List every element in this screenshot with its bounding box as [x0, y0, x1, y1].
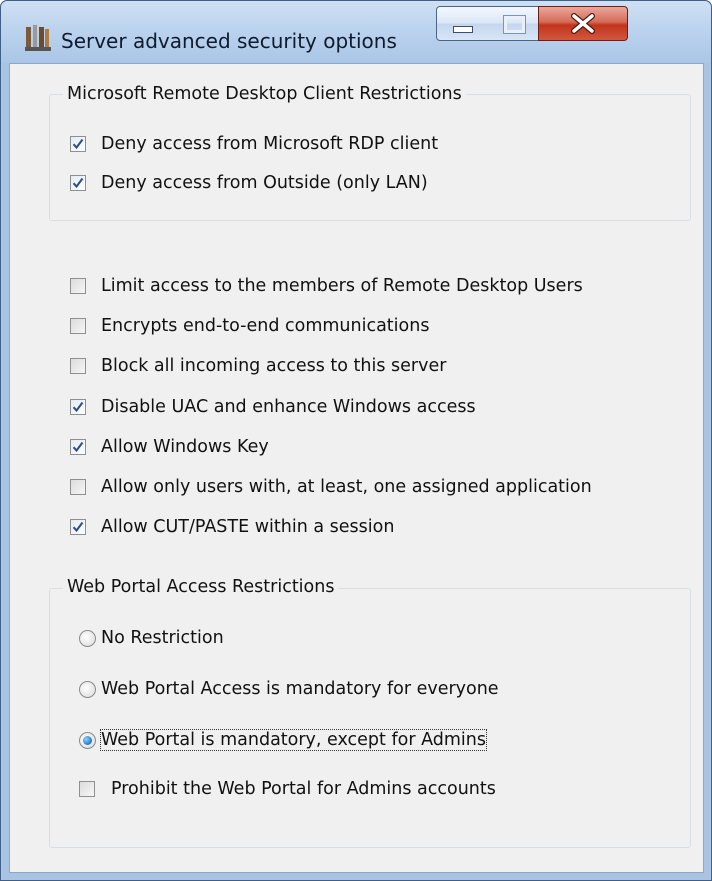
- label-limit-rdu-members[interactable]: Limit access to the members of Remote De…: [101, 276, 583, 296]
- label-deny-rdp-client[interactable]: Deny access from Microsoft RDP client: [101, 134, 438, 154]
- label-mandatory-everyone[interactable]: Web Portal Access is mandatory for every…: [101, 679, 499, 699]
- dialog-window: Server advanced security options Microso…: [0, 0, 712, 881]
- label-no-restriction[interactable]: No Restriction: [101, 628, 224, 648]
- close-icon: [571, 13, 595, 34]
- maximize-button[interactable]: [487, 6, 539, 41]
- checkbox-deny-outside[interactable]: [70, 175, 86, 191]
- label-disable-uac[interactable]: Disable UAC and enhance Windows access: [101, 397, 476, 417]
- rdp-restrictions-group: [49, 94, 691, 221]
- title-bar[interactable]: Server advanced security options: [1, 1, 711, 63]
- radio-mandatory-except-admins[interactable]: [79, 732, 96, 749]
- checkbox-limit-rdu-members[interactable]: [70, 278, 86, 294]
- checkbox-allow-windows-key[interactable]: [70, 439, 86, 455]
- radio-selected-dot: [83, 736, 92, 745]
- label-allow-cut-paste[interactable]: Allow CUT/PASTE within a session: [101, 517, 394, 537]
- checkbox-disable-uac[interactable]: [70, 399, 86, 415]
- tools-icon: [25, 25, 51, 51]
- checkbox-encrypt-e2e[interactable]: [70, 318, 86, 334]
- checkmark-icon: [72, 177, 84, 189]
- label-allow-windows-key[interactable]: Allow Windows Key: [101, 437, 269, 457]
- checkmark-icon: [72, 441, 84, 453]
- checkbox-block-incoming[interactable]: [70, 358, 86, 374]
- window-title: Server advanced security options: [61, 29, 397, 53]
- label-deny-outside[interactable]: Deny access from Outside (only LAN): [101, 173, 428, 193]
- maximize-icon: [503, 15, 526, 34]
- web-portal-legend: Web Portal Access Restrictions: [63, 577, 339, 597]
- label-encrypt-e2e[interactable]: Encrypts end-to-end communications: [101, 316, 429, 336]
- label-assigned-app-only[interactable]: Allow only users with, at least, one ass…: [101, 477, 592, 497]
- dialog-body: Microsoft Remote Desktop Client Restrict…: [9, 63, 704, 873]
- checkmark-icon: [72, 138, 84, 150]
- checkbox-deny-rdp-client[interactable]: [70, 136, 86, 152]
- minimize-button[interactable]: [436, 6, 488, 41]
- close-button[interactable]: [538, 6, 628, 41]
- checkbox-allow-cut-paste[interactable]: [70, 519, 86, 535]
- checkmark-icon: [72, 401, 84, 413]
- web-portal-group: [49, 588, 691, 848]
- label-block-incoming[interactable]: Block all incoming access to this server: [101, 356, 446, 376]
- checkmark-icon: [72, 521, 84, 533]
- radio-no-restriction[interactable]: [79, 630, 96, 647]
- checkbox-assigned-app-only[interactable]: [70, 479, 86, 495]
- minimize-icon: [453, 26, 473, 33]
- label-mandatory-except-admins[interactable]: Web Portal is mandatory, except for Admi…: [100, 729, 487, 751]
- label-prohibit-admin-portal[interactable]: Prohibit the Web Portal for Admins accou…: [111, 779, 496, 799]
- checkbox-prohibit-admin-portal[interactable]: [79, 781, 95, 797]
- radio-mandatory-everyone[interactable]: [79, 681, 96, 698]
- rdp-restrictions-legend: Microsoft Remote Desktop Client Restrict…: [63, 84, 466, 104]
